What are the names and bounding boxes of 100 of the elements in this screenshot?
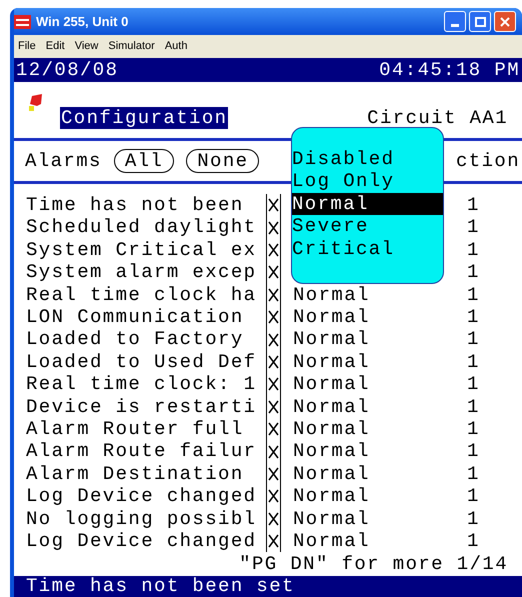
dropdown-option[interactable]: Normal [292, 192, 443, 216]
time-text: 04:45:18 PM [379, 58, 520, 82]
count-value: 1 [467, 440, 480, 463]
severity-value: Normal [293, 350, 371, 374]
count-value: 1 [467, 216, 480, 239]
alarm-name: Real time clock: 1 [26, 373, 258, 396]
count-value: 1 [467, 373, 480, 396]
alarm-checkbox[interactable] [266, 440, 281, 463]
alarm-checkbox[interactable] [266, 194, 281, 216]
alarm-checkbox[interactable] [266, 373, 281, 396]
alarm-name: Scheduled daylight [26, 216, 258, 239]
x-mark-icon [268, 332, 279, 347]
column-heading: ction [456, 150, 521, 172]
dropdown-option[interactable]: Critical [292, 238, 443, 260]
x-mark-icon [268, 355, 279, 370]
minimize-button[interactable] [444, 11, 466, 32]
menu-item[interactable]: Simulator [108, 38, 155, 55]
x-mark-icon [268, 422, 279, 436]
dropdown-option[interactable]: Disabled [292, 148, 443, 170]
filter-button[interactable]: None [186, 148, 260, 174]
alarm-checkbox[interactable] [266, 306, 281, 328]
count-value: 1 [467, 462, 480, 486]
alarm-checkbox[interactable] [266, 418, 281, 440]
count-value: 1 [467, 350, 480, 374]
alarm-checkbox[interactable] [266, 485, 281, 508]
count-value: 1 [467, 396, 480, 418]
dropdown-option[interactable]: Severe [292, 215, 443, 238]
x-mark-icon [268, 377, 279, 392]
count-value: 1 [467, 284, 480, 306]
alarm-checkbox[interactable] [266, 396, 281, 418]
x-mark-icon [268, 220, 279, 235]
x-mark-icon [268, 288, 279, 302]
severity-value: Normal [293, 485, 371, 508]
x-mark-icon [268, 534, 279, 548]
alarm-name: Alarm Route failur [26, 440, 258, 463]
alarm-checkbox[interactable] [266, 350, 281, 374]
alarm-checkbox[interactable] [266, 530, 281, 552]
alarm-name: Alarm Router full [26, 418, 245, 440]
filter-button[interactable]: All [114, 148, 174, 174]
severity-value: Normal [293, 306, 371, 328]
maximize-icon [474, 16, 486, 26]
severity-value: Normal [293, 418, 371, 440]
count-value: 1 [467, 508, 480, 530]
severity-value: Normal [293, 462, 371, 486]
x-mark-icon [268, 198, 279, 212]
count-value: 1 [467, 194, 480, 216]
alarm-name: Alarm Destination [26, 462, 245, 486]
count-value: 1 [467, 328, 480, 351]
alarm-name: Real time clock ha [26, 284, 258, 306]
severity-value: Normal [293, 328, 371, 351]
x-mark-icon [268, 265, 279, 280]
menu-item[interactable]: File [18, 38, 36, 55]
count-value: 1 [467, 530, 480, 552]
alarm-checkbox[interactable] [266, 462, 281, 486]
count-value: 1 [467, 418, 480, 440]
severity-value: Normal [293, 440, 371, 463]
page-hint: "PG DN" for more 1/14 [239, 552, 508, 575]
severity-value: Normal [293, 396, 371, 418]
maximize-button[interactable] [469, 11, 491, 32]
count-value: 1 [467, 261, 480, 284]
x-mark-icon [268, 489, 279, 504]
x-mark-icon [268, 444, 279, 459]
menu-item[interactable]: Edit [46, 38, 65, 55]
alarm-checkbox[interactable] [266, 216, 281, 239]
alarm-name: LON Communication [26, 306, 245, 328]
x-mark-icon [268, 400, 279, 414]
alarm-name: System Critical ex [26, 238, 258, 262]
x-mark-icon [268, 243, 279, 257]
menu-item[interactable]: View [74, 38, 98, 55]
close-icon [500, 16, 510, 26]
status-bar: Time has not been set [14, 576, 522, 597]
x-mark-icon [268, 467, 279, 482]
alarm-name: Device is restarti [26, 396, 258, 418]
count-value: 1 [467, 306, 480, 328]
alarm-name: Loaded to Used Def [26, 350, 258, 374]
severity-value: Normal [293, 508, 371, 530]
alarm-checkbox[interactable] [266, 508, 281, 530]
severity-value: Normal [293, 284, 371, 306]
x-mark-icon [268, 512, 279, 526]
date-text: 12/08/08 [16, 58, 118, 82]
severity-value: Normal [293, 373, 371, 396]
alarm-checkbox[interactable] [266, 261, 281, 284]
alarm-checkbox[interactable] [266, 238, 281, 262]
app-icon [14, 14, 31, 28]
count-value: 1 [467, 485, 480, 508]
close-button[interactable] [494, 11, 516, 32]
alarm-name: System alarm excep [26, 261, 258, 284]
window-title: Win 255, Unit 0 [36, 12, 128, 31]
alarm-name: No logging possibl [26, 508, 258, 530]
dropdown-option[interactable]: Log Only [292, 170, 443, 193]
menu-item[interactable]: Auth [164, 38, 188, 55]
alarm-checkbox[interactable] [266, 328, 281, 351]
alarm-name: Log Device changed [26, 485, 258, 508]
severity-value: Normal [293, 530, 371, 552]
minimize-icon [451, 24, 459, 27]
x-mark-icon [268, 310, 279, 324]
alarm-name: Log Device changed [26, 530, 258, 552]
alarm-checkbox[interactable] [266, 284, 281, 306]
alarm-name: Loaded to Factory [26, 328, 245, 351]
screen-title: Configuration [60, 106, 228, 130]
